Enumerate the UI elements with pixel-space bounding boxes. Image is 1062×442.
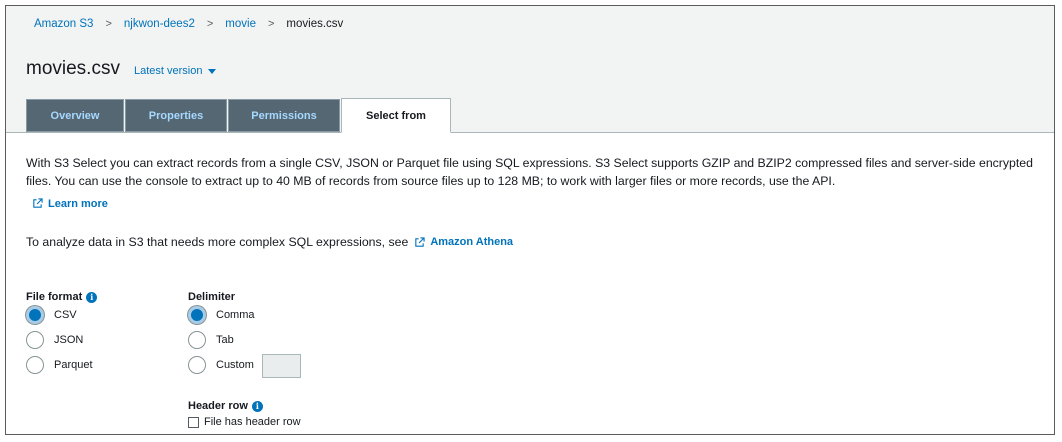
header-row-checkbox-label: File has header row [204,416,301,428]
version-dropdown-label: Latest version [133,65,203,77]
header-row-checkbox-row[interactable]: File has header row [188,416,301,428]
radio-unchecked[interactable] [188,356,206,374]
page-title: movies.csv [26,58,120,79]
file-format-option-parquet[interactable]: Parquet [26,356,93,374]
learn-more-link[interactable]: Learn more [32,198,108,210]
delimiter-option-comma[interactable]: Comma [188,306,255,324]
external-link-icon [415,236,425,247]
title-row: movies.csv Latest version [26,58,217,80]
athena-text: To analyze data in S3 that needs more co… [26,235,409,249]
athena-row: To analyze data in S3 that needs more co… [26,235,513,249]
select-from-description: With S3 Select you can extract records f… [26,154,1036,190]
breadcrumb-folder[interactable]: movie [225,18,256,30]
radio-unchecked[interactable] [188,331,206,349]
tab-overview[interactable]: Overview [26,99,124,132]
radio-unchecked[interactable] [26,356,44,374]
radio-checked[interactable] [26,306,44,324]
learn-more-row: Learn more [32,196,108,214]
tab-bar: Overview Properties Permissions Select f… [26,97,452,133]
chevron-right-icon: > [267,18,275,30]
radio-unchecked[interactable] [26,331,44,349]
delimiter-option-tab[interactable]: Tab [188,331,234,349]
external-link-icon [33,198,43,208]
header-row-label: Header row i [188,400,263,412]
file-format-option-label: JSON [54,334,84,346]
object-header: Amazon S3 > njkwon-dees2 > movie > movie… [6,6,1054,133]
tab-select-from[interactable]: Select from [341,98,451,133]
chevron-right-icon: > [206,18,214,30]
header-row-checkbox[interactable] [188,416,199,428]
version-dropdown[interactable]: Latest version [133,65,217,77]
delimiter-option-custom[interactable]: Custom [188,356,254,374]
learn-more-label: Learn more [48,197,108,210]
file-format-option-json[interactable]: JSON [26,331,83,349]
breadcrumb-amazon-s3[interactable]: Amazon S3 [34,18,93,30]
delimiter-option-label: Tab [216,334,234,346]
file-format-label: File format i [26,291,98,303]
breadcrumb: Amazon S3 > njkwon-dees2 > movie > movie… [34,18,343,30]
delimiter-label: Delimiter [188,291,235,303]
breadcrumb-bucket[interactable]: njkwon-dees2 [124,18,195,30]
header-row-text: Header row [188,400,248,412]
tab-permissions[interactable]: Permissions [228,99,340,132]
delimiter-option-label: Comma [216,309,255,321]
file-format-option-label: Parquet [54,359,93,371]
amazon-athena-label: Amazon Athena [430,236,514,248]
custom-delimiter-input[interactable] [262,354,301,378]
amazon-athena-link[interactable]: Amazon Athena [414,236,513,248]
breadcrumb-current: movies.csv [286,18,344,30]
caret-down-icon [208,68,217,74]
delimiter-option-label: Custom [216,359,254,371]
description-text: With S3 Select you can extract records f… [26,156,1033,188]
tab-properties[interactable]: Properties [125,99,227,132]
s3-console-window: Amazon S3 > njkwon-dees2 > movie > movie… [5,5,1055,435]
info-icon[interactable]: i [251,400,263,412]
chevron-right-icon: > [105,18,112,30]
delimiter-text: Delimiter [188,291,236,303]
info-icon[interactable]: i [86,291,98,303]
file-format-option-csv[interactable]: CSV [26,306,77,324]
file-format-option-label: CSV [54,309,77,321]
file-format-text: File format [26,291,83,303]
radio-checked[interactable] [188,306,206,324]
